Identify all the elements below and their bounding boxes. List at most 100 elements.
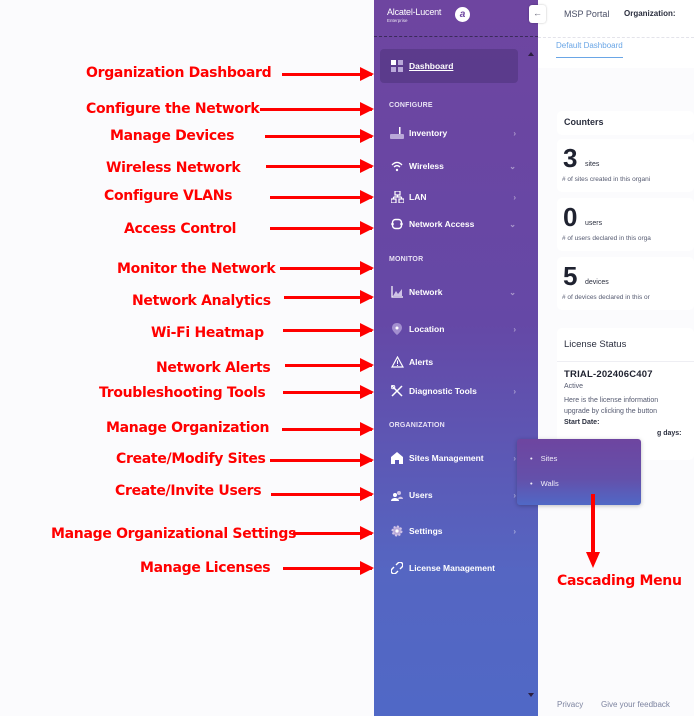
annotation-arrow [265,129,374,143]
counter-description: # of sites created in this organi [562,176,651,183]
feedback-link[interactable]: Give your feedback [601,700,670,709]
scroll-up-icon[interactable] [528,52,534,56]
cascading-menu: Sites Walls [517,439,641,505]
sidebar-item-label: Alerts [409,357,434,367]
annotation-arrow [283,323,374,337]
dashboard-grid-icon [390,59,404,73]
annotation-arrow [293,526,374,540]
sidebar-item-dashboard[interactable]: Dashboard [390,57,516,75]
sidebar-item-wireless[interactable]: Wireless ⌄ [390,157,516,175]
logo-brand: Alcatel-Lucent [387,7,442,17]
counter-unit: sites [585,161,600,168]
sidebar-item-settings[interactable]: Settings › [390,522,516,540]
sidebar-item-users[interactable]: Users › [390,486,516,504]
sidebar-item-label: Settings [409,526,443,536]
annotation-label: Wi-Fi Heatmap [151,325,264,341]
license-state: Active [564,383,584,390]
sidebar-item-label: Users [409,490,433,500]
annotation-arrow-shaft [591,494,595,554]
sidebar-item-alerts[interactable]: Alerts [390,353,516,371]
annotation-arrow [283,385,374,399]
annotation-arrow [284,290,374,304]
annotation-label: Organization Dashboard [86,65,272,81]
chevron-down-icon: ⌄ [509,161,516,171]
annotation-arrow [266,159,374,173]
chevron-right-icon: › [513,490,516,500]
privacy-link[interactable]: Privacy [557,700,583,709]
counter-unit: devices [585,279,609,286]
license-info-line: Here is the license information [564,397,659,404]
sidebar-item-label: Network Access [409,219,475,229]
sidebar-item-label: Dashboard [409,61,454,71]
network-topology-icon [390,190,404,204]
sidebar-item-network[interactable]: Network ⌄ [390,283,516,301]
sidebar-item-location[interactable]: Location › [390,320,516,338]
license-info-text: Here is the license information upgrade … [564,395,658,417]
users-icon [390,488,404,502]
router-icon [390,126,404,140]
collapse-sidebar-button[interactable]: ← [529,5,546,23]
sidebar-item-inventory[interactable]: Inventory › [390,124,516,142]
annotation-label: Network Alerts [156,360,271,376]
scroll-down-icon[interactable] [528,693,534,697]
chevron-down-icon: ⌄ [509,219,516,229]
top-bar: MSP Portal Organization: [538,0,694,37]
license-status-title: License Status [557,328,694,362]
counter-value: 5 [563,261,578,291]
logo-mark-icon: a [455,7,470,22]
counter-description: # of users declared in this orga [562,235,651,242]
sidebar-item-diagnostic-tools[interactable]: Diagnostic Tools › [390,382,516,400]
license-remaining-days-label: g days: [657,430,682,437]
counter-card-sites: 3 sites # of sites created in this organ… [557,139,694,192]
chevron-right-icon: › [513,526,516,536]
section-configure: CONFIGURE [389,102,433,109]
sidebar-item-label: Network [409,287,443,297]
annotation-label: Troubleshooting Tools [99,385,266,401]
annotation-label: Access Control [124,221,237,237]
sidebar-item-label: Sites Management [409,453,484,463]
sidebar-item-sites-management[interactable]: Sites Management › [390,449,516,467]
counters-header: Counters [557,111,694,135]
access-icon [390,217,404,231]
annotation-arrow [282,67,374,81]
divider [538,37,694,38]
sidebar-item-label: Diagnostic Tools [409,386,477,396]
annotation-label: Create/Modify Sites [116,451,266,467]
organization-label: Organization: [624,9,676,18]
alert-triangle-icon [390,355,404,369]
annotation-arrow [270,190,374,204]
annotation-label: Manage Organizational Settings [51,526,297,542]
annotation-arrow [271,487,374,501]
cascade-item-walls[interactable]: Walls [530,479,559,488]
annotation-label: Cascading Menu [557,573,682,589]
sidebar-item-label: Inventory [409,128,448,138]
sidebar-item-network-access[interactable]: Network Access ⌄ [390,215,516,233]
annotation-arrow [280,261,374,275]
annotation-label: Manage Licenses [140,560,271,576]
sidebar: Alcatel-Lucent Enterprise a Dashboard CO… [374,0,538,716]
wifi-icon [390,159,404,173]
cascade-item-sites[interactable]: Sites [530,454,558,463]
section-organization: ORGANIZATION [389,422,445,429]
annotation-label: Create/Invite Users [115,483,262,499]
counter-card-devices: 5 devices # of devices declared in this … [557,257,694,310]
license-info-line: upgrade by clicking the button [564,408,658,415]
annotation-label: Manage Organization [106,420,270,436]
annotation-arrow [270,453,374,467]
sidebar-item-lan[interactable]: LAN › [390,188,516,206]
annotation-arrow [270,221,374,235]
counter-description: # of devices declared in this or [562,294,650,301]
counter-card-users: 0 users # of users declared in this orga [557,198,694,251]
tab-default-dashboard[interactable]: Default Dashboard [556,41,623,58]
annotation-label: Configure the Network [86,101,260,117]
portal-title[interactable]: MSP Portal [564,9,609,19]
counter-value: 3 [563,143,578,173]
location-pin-icon [390,322,404,336]
chevron-right-icon: › [513,453,516,463]
chevron-right-icon: › [513,128,516,138]
sidebar-item-license-management[interactable]: License Management [390,559,516,577]
annotation-arrow [285,358,374,372]
annotation-arrow [282,422,374,436]
sidebar-item-label: License Management [409,563,495,573]
chevron-right-icon: › [513,386,516,396]
